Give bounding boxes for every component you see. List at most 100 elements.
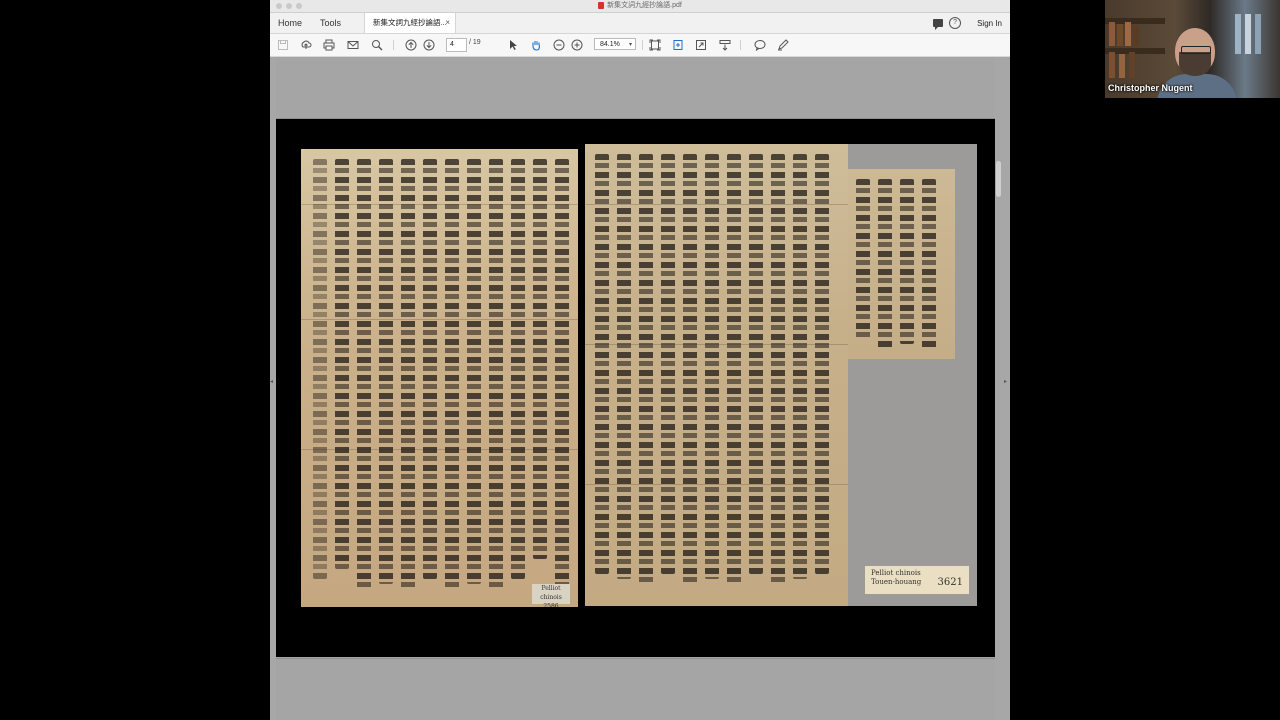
window-curtain — [1245, 14, 1251, 54]
window-title: 新集文詞九經抄論語.pdf — [607, 2, 682, 9]
fullscreen-icon[interactable] — [694, 38, 708, 52]
book — [1125, 22, 1131, 46]
script-column — [922, 179, 936, 349]
script-column — [335, 159, 349, 569]
label-number: 3621 — [937, 577, 963, 588]
scroll-mode-icon[interactable] — [718, 38, 732, 52]
manuscript-paper — [585, 144, 848, 606]
manuscript-image-right: Pelliot chinois Touen-houang 3621 — [585, 144, 977, 606]
book — [1119, 54, 1125, 78]
pdf-file-icon — [598, 1, 605, 9]
script-column — [771, 154, 785, 584]
zoom-in-icon[interactable] — [570, 38, 584, 52]
rotate-icon[interactable] — [671, 38, 685, 52]
script-column — [705, 154, 719, 579]
fit-page-icon[interactable] — [648, 38, 662, 52]
pdf-page-slide: Pelliot chinois 2586 Pelliot chinois Tou… — [276, 119, 995, 657]
document-viewport[interactable]: Pelliot chinois 2586 Pelliot chinois Tou… — [276, 57, 995, 720]
close-window-button[interactable] — [276, 3, 282, 9]
script-column — [445, 159, 459, 589]
chevron-down-icon: ▾ — [628, 42, 632, 48]
window-curtain — [1235, 14, 1241, 54]
script-column — [489, 159, 503, 589]
script-column — [533, 159, 547, 559]
script-column — [313, 159, 327, 579]
script-column — [815, 154, 829, 574]
script-column — [379, 159, 393, 584]
script-column — [878, 179, 892, 349]
toolbar-divider — [740, 40, 741, 50]
book — [1109, 22, 1115, 46]
highlight-pen-icon[interactable] — [776, 38, 790, 52]
left-panel-toggle-icon[interactable]: ◂ — [270, 378, 273, 385]
zoom-level-select[interactable]: 84.1% ▾ — [594, 38, 636, 50]
manuscript-image-left: Pelliot chinois 2586 — [301, 149, 578, 607]
script-column — [595, 154, 609, 574]
close-tab-icon[interactable]: × — [445, 13, 450, 33]
tab-tools[interactable]: Tools — [320, 13, 341, 33]
upload-icon[interactable] — [299, 38, 313, 52]
select-arrow-icon[interactable] — [506, 38, 520, 52]
window-curtain — [1255, 14, 1261, 54]
messages-icon[interactable] — [933, 19, 944, 30]
scrollbar-thumb[interactable] — [996, 161, 1001, 197]
window-titlebar: 新集文詞九經抄論語.pdf — [270, 0, 1010, 13]
script-column — [555, 159, 569, 589]
tab-home[interactable]: Home — [278, 13, 302, 33]
window-controls — [276, 3, 302, 9]
script-column — [401, 159, 415, 589]
page-down-icon[interactable] — [422, 38, 436, 52]
book — [1109, 52, 1115, 78]
book — [1117, 24, 1123, 46]
zoom-out-icon[interactable] — [552, 38, 566, 52]
pelliot-label-small: Pelliot chinois 2586 — [532, 584, 570, 607]
script-column — [357, 159, 371, 589]
script-column — [793, 154, 807, 579]
participant-beard — [1179, 52, 1211, 76]
tab-bar-right: ? Sign In — [933, 13, 1002, 33]
manuscript-paper-fragment — [848, 169, 955, 359]
page-number-input[interactable]: 4 — [446, 38, 467, 52]
script-column — [683, 154, 697, 584]
pdf-viewer-window: 新集文詞九經抄論語.pdf Home Tools 新集文詞九經抄論語... × … — [270, 0, 1010, 720]
zoom-level-value: 84.1% — [600, 41, 620, 48]
sign-in-link[interactable]: Sign In — [977, 19, 1002, 28]
right-panel-toggle-icon[interactable]: ▸ — [1004, 378, 1007, 385]
pelliot-label-large: Pelliot chinois Touen-houang 3621 — [865, 566, 969, 594]
script-column — [900, 179, 914, 344]
hand-icon[interactable] — [529, 38, 543, 52]
page-up-icon[interactable] — [404, 38, 418, 52]
next-page-area — [276, 658, 995, 720]
minimize-window-button[interactable] — [286, 3, 292, 9]
script-column — [617, 154, 631, 579]
participant-glasses — [1181, 46, 1211, 54]
script-column — [749, 154, 763, 574]
vertical-scrollbar[interactable] — [995, 57, 1003, 720]
toolbar-divider — [393, 40, 394, 50]
script-column — [639, 154, 653, 584]
tab-bar: Home Tools 新集文詞九經抄論語... × ? Sign In — [270, 13, 1010, 34]
comment-icon[interactable] — [753, 38, 767, 52]
script-column — [423, 159, 437, 579]
script-column — [511, 159, 525, 579]
webcam-video-tile: Christopher Nugent — [1105, 0, 1280, 98]
main-toolbar: 4 / 19 84.1% ▾ — [270, 34, 1010, 57]
script-column — [467, 159, 481, 584]
search-icon[interactable] — [370, 38, 384, 52]
participant-name: Christopher Nugent — [1108, 83, 1193, 93]
book — [1133, 26, 1139, 46]
script-column — [727, 154, 741, 584]
email-icon[interactable] — [346, 38, 360, 52]
toolbar-divider — [642, 40, 643, 50]
previous-page-area — [276, 57, 995, 119]
save-icon[interactable] — [276, 38, 290, 52]
maximize-window-button[interactable] — [296, 3, 302, 9]
script-column — [661, 154, 675, 574]
help-icon[interactable]: ? — [949, 17, 962, 29]
print-icon[interactable] — [322, 38, 336, 52]
book — [1129, 52, 1135, 78]
tab-document[interactable]: 新集文詞九經抄論語... × — [364, 13, 456, 33]
document-tab-label: 新集文詞九經抄論語... — [373, 18, 447, 27]
page-total: / 19 — [469, 39, 481, 46]
script-column — [856, 179, 870, 339]
